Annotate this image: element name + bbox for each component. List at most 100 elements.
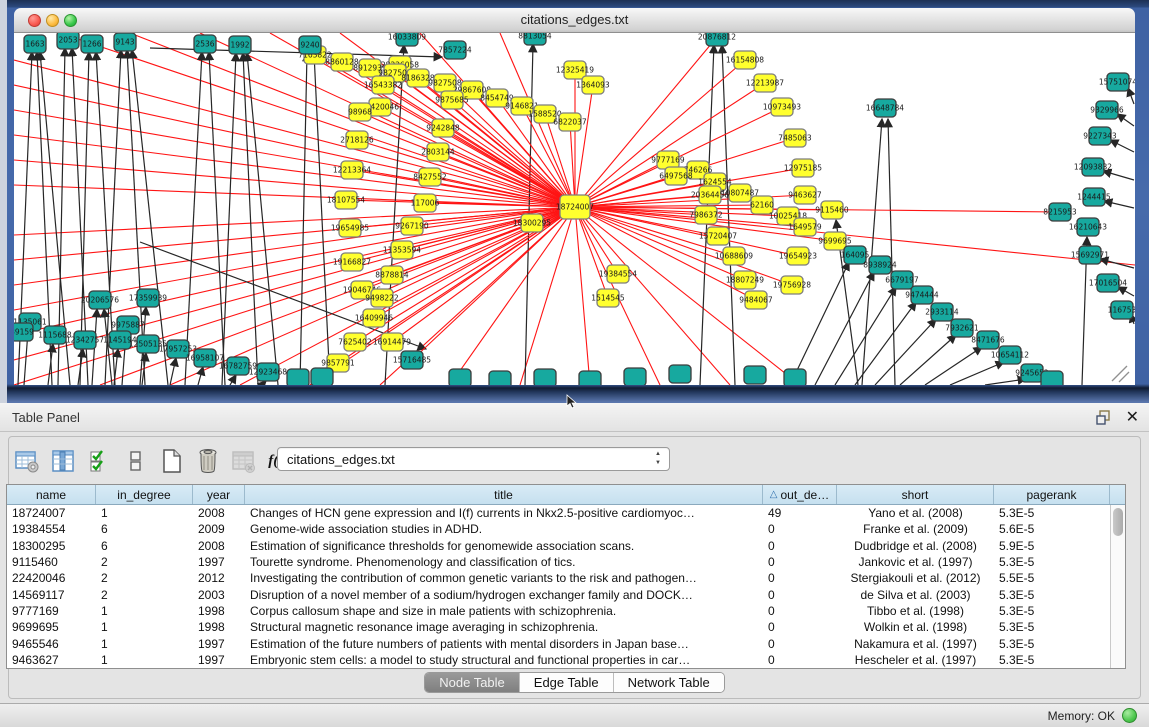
network-node[interactable]: 1266 xyxy=(81,35,103,53)
tab-edge-table[interactable]: Edge Table xyxy=(520,673,614,692)
network-node[interactable]: 9463627 xyxy=(788,186,822,204)
table-row[interactable]: 2242004622012Investigating the contribut… xyxy=(7,570,1125,586)
column-header-short[interactable]: short xyxy=(837,485,994,504)
network-node[interactable]: 18724007 xyxy=(556,195,594,219)
network-node[interactable]: 8471676 xyxy=(971,331,1005,349)
table-row[interactable]: 946362711997Embryonic stem cells: a mode… xyxy=(7,652,1125,668)
network-edge xyxy=(900,335,956,385)
table-row[interactable]: 969969511998Structural magnetic resonanc… xyxy=(7,619,1125,635)
table-row[interactable]: 977716911998Corpus callosum shape and si… xyxy=(7,603,1125,619)
table-row[interactable]: 1830029562008Estimation of significance … xyxy=(7,538,1125,554)
network-node[interactable]: 7485063 xyxy=(778,129,812,147)
network-node[interactable]: 1244415 xyxy=(1077,188,1111,206)
network-node[interactable]: 1992 xyxy=(229,36,251,54)
table-cell: 5.3E-5 xyxy=(994,588,1110,602)
network-node[interactable] xyxy=(579,371,601,385)
network-node[interactable]: 20206576 xyxy=(81,291,119,309)
network-node[interactable]: 2053 xyxy=(57,33,79,49)
delete-table-button[interactable] xyxy=(194,448,221,475)
network-node[interactable]: 1663 xyxy=(24,35,46,53)
network-node[interactable]: 9240 xyxy=(299,36,321,54)
network-node[interactable]: 19756928 xyxy=(773,276,811,294)
network-node[interactable]: 116753 xyxy=(1108,301,1135,319)
column-header-out_de[interactable]: △out_de… xyxy=(763,485,837,504)
column-header-year[interactable]: year xyxy=(193,485,245,504)
network-node[interactable] xyxy=(534,369,556,385)
network-canvas-area[interactable]: 7163822886012889129352822605898275058186… xyxy=(14,33,1135,385)
network-node[interactable]: 9227343 xyxy=(1083,127,1117,145)
scrollbar-thumb[interactable] xyxy=(1113,508,1123,536)
network-node[interactable]: 9329966 xyxy=(1090,101,1124,119)
node-label: 164095 xyxy=(841,251,870,260)
table-cell: Wolkin et al. (1998) xyxy=(837,620,994,634)
network-node[interactable] xyxy=(784,369,806,385)
network-node[interactable] xyxy=(669,365,691,383)
network-node[interactable]: 117006 xyxy=(411,194,440,212)
network-node[interactable]: 18107554 xyxy=(327,191,365,209)
network-node[interactable] xyxy=(744,366,766,384)
new-table-button[interactable] xyxy=(158,448,185,475)
network-node[interactable]: 1514545 xyxy=(591,289,625,307)
network-node[interactable]: 16033809 xyxy=(388,33,426,46)
vertical-scrollbar[interactable] xyxy=(1110,505,1125,668)
network-node[interactable] xyxy=(624,368,646,385)
table-row[interactable]: 946554611997Estimation of the future num… xyxy=(7,635,1125,651)
network-node[interactable]: 7932621 xyxy=(945,319,979,337)
network-node[interactable]: 10688609 xyxy=(715,247,753,265)
network-node[interactable]: 19654923 xyxy=(779,247,817,265)
network-node[interactable]: 15716485 xyxy=(393,351,431,369)
network-node[interactable]: 98968 xyxy=(348,103,372,121)
select-all-button[interactable] xyxy=(86,448,113,475)
toggle-rows-button[interactable] xyxy=(122,448,149,475)
network-node[interactable]: 2536 xyxy=(194,35,216,53)
tab-node-table[interactable]: Node Table xyxy=(425,673,520,692)
network-node[interactable]: 8427552 xyxy=(413,168,447,186)
network-window-titlebar[interactable]: citations_edges.txt xyxy=(14,8,1135,33)
network-node[interactable]: 17359939 xyxy=(129,289,167,307)
network-node[interactable]: 19384554 xyxy=(599,265,637,283)
network-node[interactable]: 9242848 xyxy=(426,119,460,137)
table-row[interactable]: 1872400712008Changes of HCN gene express… xyxy=(7,505,1125,521)
network-node[interactable]: 12975185 xyxy=(784,159,822,177)
network-node[interactable] xyxy=(1041,371,1063,385)
network-node[interactable]: 15720407 xyxy=(699,227,737,245)
column-header-name[interactable]: name xyxy=(7,485,96,504)
network-node[interactable]: 12093832 xyxy=(1074,158,1112,176)
close-panel-icon[interactable]: ✕ xyxy=(1126,407,1139,427)
network-node[interactable]: 7857224 xyxy=(438,41,472,59)
network-node[interactable]: 9115460 xyxy=(815,201,849,219)
network-node[interactable]: 9143 xyxy=(114,33,136,51)
network-node[interactable]: 15751074 xyxy=(1099,73,1135,91)
network-node[interactable]: 7625402 xyxy=(338,333,372,351)
tab-network-table[interactable]: Network Table xyxy=(614,673,724,692)
network-node[interactable]: 12213987 xyxy=(746,74,784,92)
network-node[interactable]: 16648784 xyxy=(866,99,904,117)
network-node[interactable]: 19166827 xyxy=(333,253,371,271)
network-node[interactable] xyxy=(449,369,471,385)
table-row[interactable]: 1456911722003Disruption of a novel membe… xyxy=(7,586,1125,602)
network-node[interactable] xyxy=(287,369,309,385)
table-row[interactable]: 911546021997Tourette syndrome. Phenomeno… xyxy=(7,554,1125,570)
network-node[interactable] xyxy=(311,368,333,385)
network-node[interactable]: 39159 xyxy=(14,323,34,341)
column-header-pagerank[interactable]: pagerank xyxy=(994,485,1110,504)
network-node[interactable]: 9267190 xyxy=(395,217,429,235)
network-node[interactable]: 20876812 xyxy=(698,33,736,46)
column-visibility-button[interactable] xyxy=(50,448,77,475)
column-header-in_degree[interactable]: in_degree xyxy=(96,485,193,504)
table-select-dropdown[interactable]: citations_edges.txt ▲▼ xyxy=(277,447,670,471)
column-header-title[interactable]: title xyxy=(245,485,763,504)
network-node[interactable] xyxy=(489,371,511,385)
network-node[interactable]: 8215953 xyxy=(1043,203,1077,221)
node-label: 15720407 xyxy=(699,232,737,241)
table-options-button[interactable] xyxy=(14,448,41,475)
network-node[interactable]: 19654985 xyxy=(331,219,369,237)
network-node[interactable]: 8813054 xyxy=(518,33,552,45)
network-node[interactable]: 16210643 xyxy=(1069,218,1107,236)
node-label: 1663 xyxy=(25,40,44,49)
table-row[interactable]: 1938455462009Genome-wide association stu… xyxy=(7,521,1125,537)
network-canvas[interactable]: 7163822886012889129352822605898275058186… xyxy=(14,33,1135,385)
network-node[interactable]: 2933114 xyxy=(925,303,959,321)
network-node[interactable]: 16154808 xyxy=(726,51,764,69)
float-panel-icon[interactable] xyxy=(1095,409,1113,427)
